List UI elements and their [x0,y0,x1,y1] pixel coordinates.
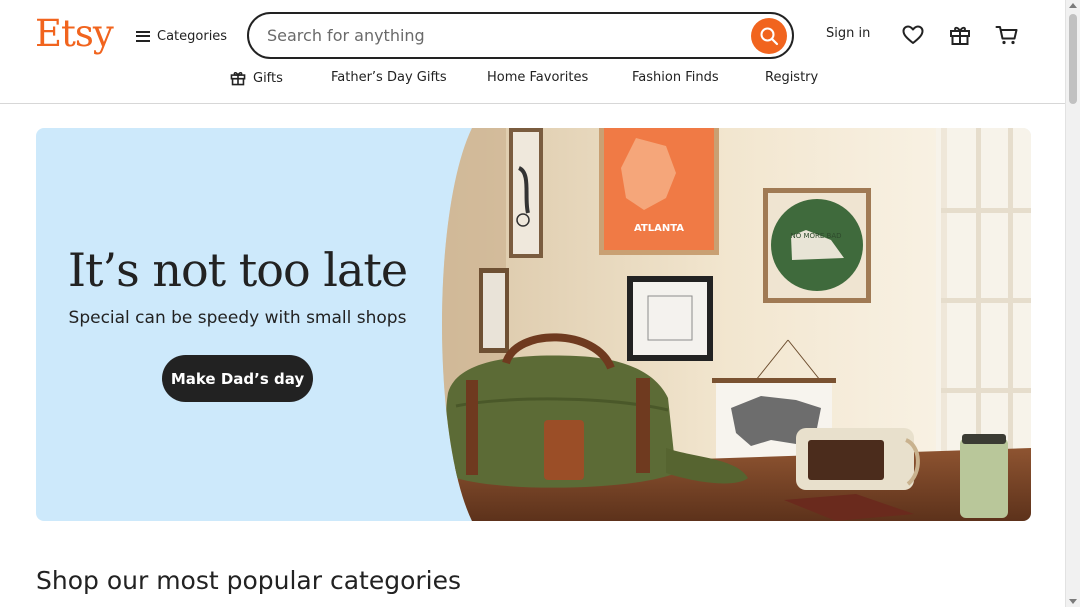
cart-icon [995,26,1018,45]
favorites-button[interactable] [900,22,926,48]
hero-subtitle: Special can be speedy with small shops [68,308,407,328]
site-header: Etsy Categories Sign in [0,0,1066,104]
search-input[interactable] [267,14,737,57]
subnav-item-fathers-day-gifts[interactable]: Father’s Day Gifts [331,70,447,85]
etsy-logo[interactable]: Etsy [35,12,114,55]
sign-in-link[interactable]: Sign in [826,26,870,41]
categories-button[interactable]: Categories [136,25,227,47]
subnav-item-registry[interactable]: Registry [765,70,818,85]
subnav-item-gifts[interactable]: Gifts [230,70,283,86]
scroll-up-arrow-icon[interactable] [1069,3,1077,8]
scrollbar-thumb[interactable] [1069,14,1077,104]
make-dads-day-button[interactable]: Make Dad’s day [162,355,313,402]
sign-text: NO MORE BAD [790,232,841,240]
page-scrollbar[interactable] [1065,0,1080,607]
gift-mode-button[interactable] [947,22,973,48]
search-icon [760,27,779,46]
subnav-item-home-favorites[interactable]: Home Favorites [487,70,588,85]
gift-icon [230,72,246,86]
subnav-item-fashion-finds[interactable]: Fashion Finds [632,70,719,85]
hero-title: It’s not too late [67,243,408,297]
poster-text: ATLANTA [634,223,684,234]
scroll-down-arrow-icon[interactable] [1069,599,1077,604]
heart-icon [902,25,924,44]
cart-button[interactable] [994,22,1020,48]
subnav-label: Gifts [253,70,283,86]
section-title: Shop our most popular categories [36,566,462,595]
sub-navigation: Gifts Father’s Day Gifts Home Favorites … [0,70,1066,92]
gift-icon [950,26,970,45]
search-bar [247,12,794,59]
search-button[interactable] [751,18,787,54]
categories-label: Categories [157,28,228,44]
menu-icon [136,30,150,42]
